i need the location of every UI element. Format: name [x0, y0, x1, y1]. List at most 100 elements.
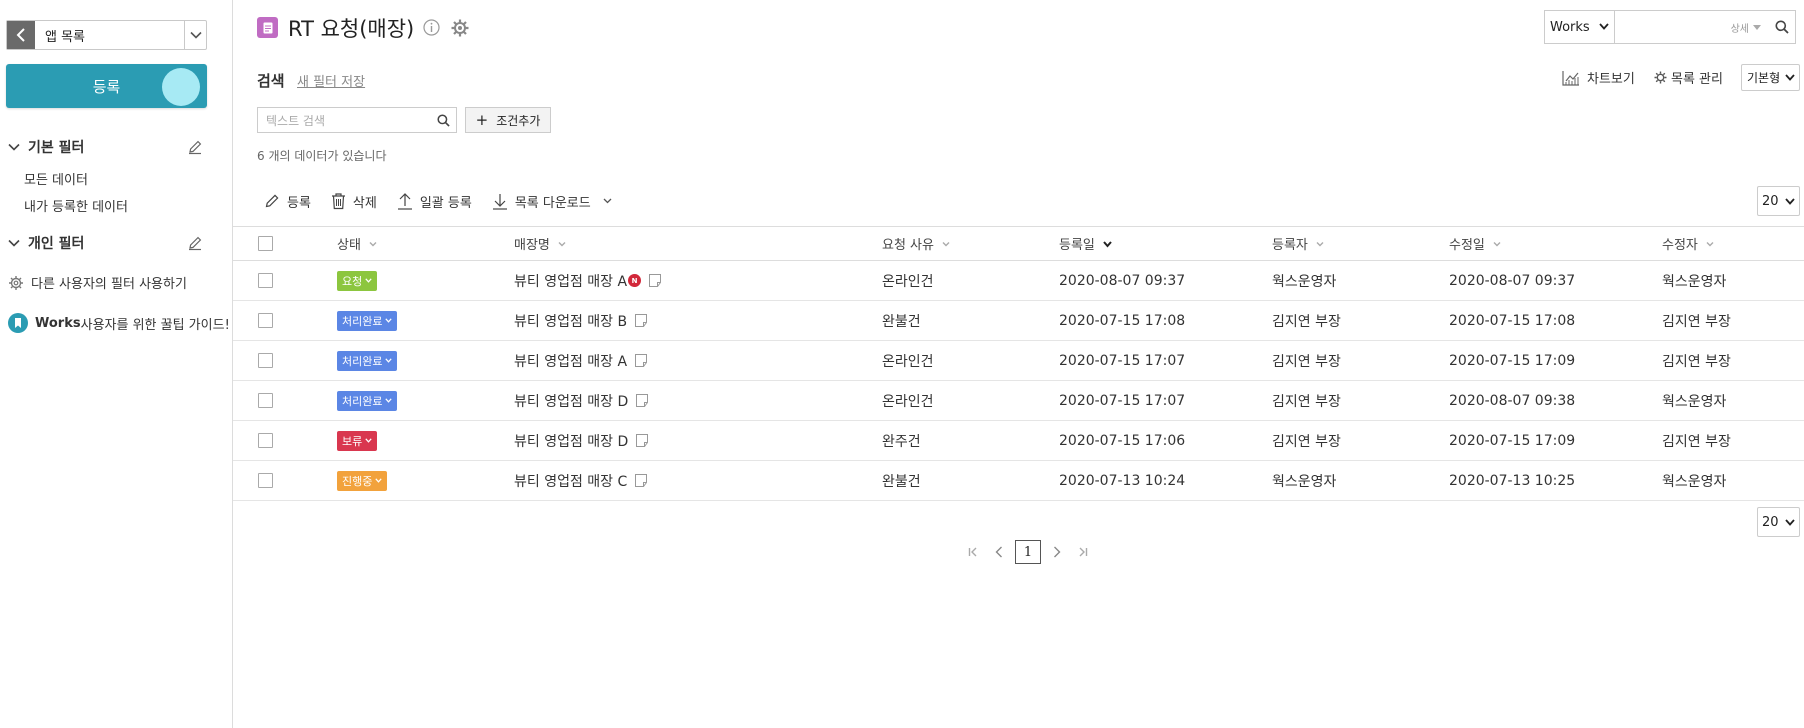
download-icon: [492, 194, 507, 210]
select-all-checkbox[interactable]: [258, 236, 273, 251]
row-checkbox[interactable]: [258, 393, 273, 408]
pencil-icon[interactable]: [187, 235, 203, 251]
header-creator[interactable]: 등록자: [1272, 226, 1449, 261]
store-name[interactable]: 뷰티 영업점 매장 B: [514, 311, 627, 331]
memo-icon[interactable]: [636, 394, 649, 407]
tips-guide-link[interactable]: Works 사용자를 위한 꿀팁 가이드!: [8, 313, 230, 333]
last-page-button[interactable]: [1070, 540, 1096, 564]
toolbar-bulk-register-button[interactable]: 일괄 등록: [397, 192, 472, 211]
page-size-select-bottom[interactable]: 20: [1757, 507, 1800, 537]
header-created[interactable]: 등록일: [1059, 226, 1272, 261]
next-page-button[interactable]: [1044, 540, 1070, 564]
personal-filter-header[interactable]: 개인 필터: [8, 233, 203, 253]
header-modified[interactable]: 수정일: [1449, 226, 1662, 261]
list-manage-label: 목록 관리: [1671, 72, 1723, 87]
memo-icon[interactable]: [635, 474, 648, 487]
save-new-filter-link[interactable]: 새 필터 저장: [297, 71, 365, 90]
list-manage-button[interactable]: 목록 관리: [1654, 68, 1723, 87]
status-badge[interactable]: 요청: [337, 270, 378, 291]
status-badge[interactable]: 진행중: [337, 470, 388, 491]
chevron-down-icon: [1785, 198, 1795, 205]
store-name[interactable]: 뷰티 영업점 매장 D: [514, 431, 628, 451]
upload-icon: [397, 193, 412, 210]
reason-cell: 온라인건: [882, 260, 1059, 301]
row-checkbox[interactable]: [258, 433, 273, 448]
chart-view-button[interactable]: 차트보기: [1562, 68, 1635, 87]
click-ripple: [162, 68, 200, 106]
toolbar-delete-button[interactable]: 삭제: [331, 192, 377, 211]
status-cell: 처리완료: [337, 380, 514, 421]
filter-item-all-data[interactable]: 모든 데이터: [24, 169, 88, 188]
page-number-current[interactable]: 1: [1015, 540, 1041, 564]
info-icon[interactable]: [423, 19, 440, 36]
page-size-value: 20: [1762, 514, 1779, 530]
table-row[interactable]: 처리완료 뷰티 영업점 매장 B 완불건 2020-07-15 17:08 김지연 부장…: [233, 300, 1804, 341]
search-scope-select[interactable]: Works: [1545, 11, 1615, 43]
memo-icon[interactable]: [635, 314, 648, 327]
memo-icon[interactable]: [649, 274, 662, 287]
register-button[interactable]: 등록: [6, 64, 207, 108]
row-checkbox[interactable]: [258, 273, 273, 288]
back-button[interactable]: [7, 21, 35, 49]
toolbar-register-button[interactable]: 등록: [264, 192, 311, 211]
search-detail-toggle[interactable]: 상세: [1731, 20, 1761, 35]
other-users-filter-link[interactable]: 다른 사용자의 필터 사용하기: [8, 273, 187, 292]
store-name[interactable]: 뷰티 영업점 매장 D: [514, 391, 628, 411]
basic-filter-header[interactable]: 기본 필터: [8, 137, 203, 157]
app-list-dropdown[interactable]: [184, 21, 206, 49]
app-list-selector[interactable]: 앱 목록: [6, 20, 207, 50]
global-search-input[interactable]: 상세: [1615, 11, 1795, 43]
gear-icon[interactable]: [451, 19, 469, 37]
status-cell: 처리완료: [337, 340, 514, 381]
modified-date-cell: 2020-07-15 17:08: [1449, 300, 1662, 341]
filter-item-my-data[interactable]: 내가 등록한 데이터: [24, 196, 128, 215]
created-date-cell: 2020-07-15 17:07: [1059, 340, 1272, 381]
modified-date-cell: 2020-08-07 09:38: [1449, 380, 1662, 421]
store-name[interactable]: 뷰티 영업점 매장 A: [514, 351, 627, 371]
row-select-cell: [233, 380, 337, 421]
modifier-cell: 김지연 부장: [1662, 300, 1804, 341]
add-condition-button[interactable]: + 조건추가: [465, 107, 551, 133]
header-modifier[interactable]: 수정자: [1662, 226, 1804, 261]
table-row[interactable]: 보류 뷰티 영업점 매장 D 완주건 2020-07-15 17:06 김지연 부장 20…: [233, 420, 1804, 461]
row-checkbox[interactable]: [258, 353, 273, 368]
modifier-cell: 김지연 부장: [1662, 420, 1804, 461]
table-row[interactable]: 처리완료 뷰티 영업점 매장 A 온라인건 2020-07-15 17:07 김지연 부…: [233, 340, 1804, 381]
view-type-select[interactable]: 기본형: [1741, 64, 1800, 91]
chevron-left-icon: [995, 546, 1002, 558]
tips-guide-bold: Works: [35, 315, 81, 331]
status-cell: 진행중: [337, 460, 514, 501]
toolbar-list-download-button[interactable]: 목록 다운로드: [492, 192, 612, 211]
modifier-cell: 웍스운영자: [1662, 380, 1804, 421]
table-row[interactable]: 진행중 뷰티 영업점 매장 C 완불건 2020-07-13 10:24 웍스운영자 20…: [233, 460, 1804, 501]
header-store[interactable]: 매장명: [514, 226, 882, 261]
text-search-input[interactable]: 텍스트 검색: [257, 107, 457, 133]
store-cell: 뷰티 영업점 매장 D: [514, 420, 882, 461]
memo-icon[interactable]: [635, 354, 648, 367]
search-icon[interactable]: [437, 113, 450, 127]
personal-filter-title: 개인 필터: [28, 236, 85, 252]
row-checkbox[interactable]: [258, 473, 273, 488]
chart-view-label: 차트보기: [1587, 72, 1635, 87]
header-reason[interactable]: 요청 사유: [882, 226, 1059, 261]
sort-icon: [942, 241, 950, 246]
status-badge[interactable]: 보류: [337, 430, 378, 451]
table-row[interactable]: 요청 뷰티 영업점 매장 A N 온라인건 2020-08-07 09:37 웍스운영자 2…: [233, 260, 1804, 301]
store-name[interactable]: 뷰티 영업점 매장 C: [514, 471, 627, 491]
header-status[interactable]: 상태: [337, 226, 514, 261]
status-badge[interactable]: 처리완료: [337, 350, 398, 371]
pencil-icon[interactable]: [187, 139, 203, 155]
memo-icon[interactable]: [636, 434, 649, 447]
chevron-down-icon: [603, 198, 612, 204]
search-icon[interactable]: [1775, 20, 1789, 34]
store-name[interactable]: 뷰티 영업점 매장 A: [514, 271, 627, 291]
status-badge[interactable]: 처리완료: [337, 310, 398, 331]
status-badge[interactable]: 처리완료: [337, 390, 398, 411]
last-page-icon: [1079, 547, 1088, 557]
first-page-button[interactable]: [960, 540, 986, 564]
table-row[interactable]: 처리완료 뷰티 영업점 매장 D 온라인건 2020-07-15 17:07 김지연 부…: [233, 380, 1804, 421]
page-size-select-top[interactable]: 20: [1757, 186, 1800, 216]
prev-page-button[interactable]: [986, 540, 1012, 564]
header-store-label: 매장명: [514, 238, 550, 253]
row-checkbox[interactable]: [258, 313, 273, 328]
